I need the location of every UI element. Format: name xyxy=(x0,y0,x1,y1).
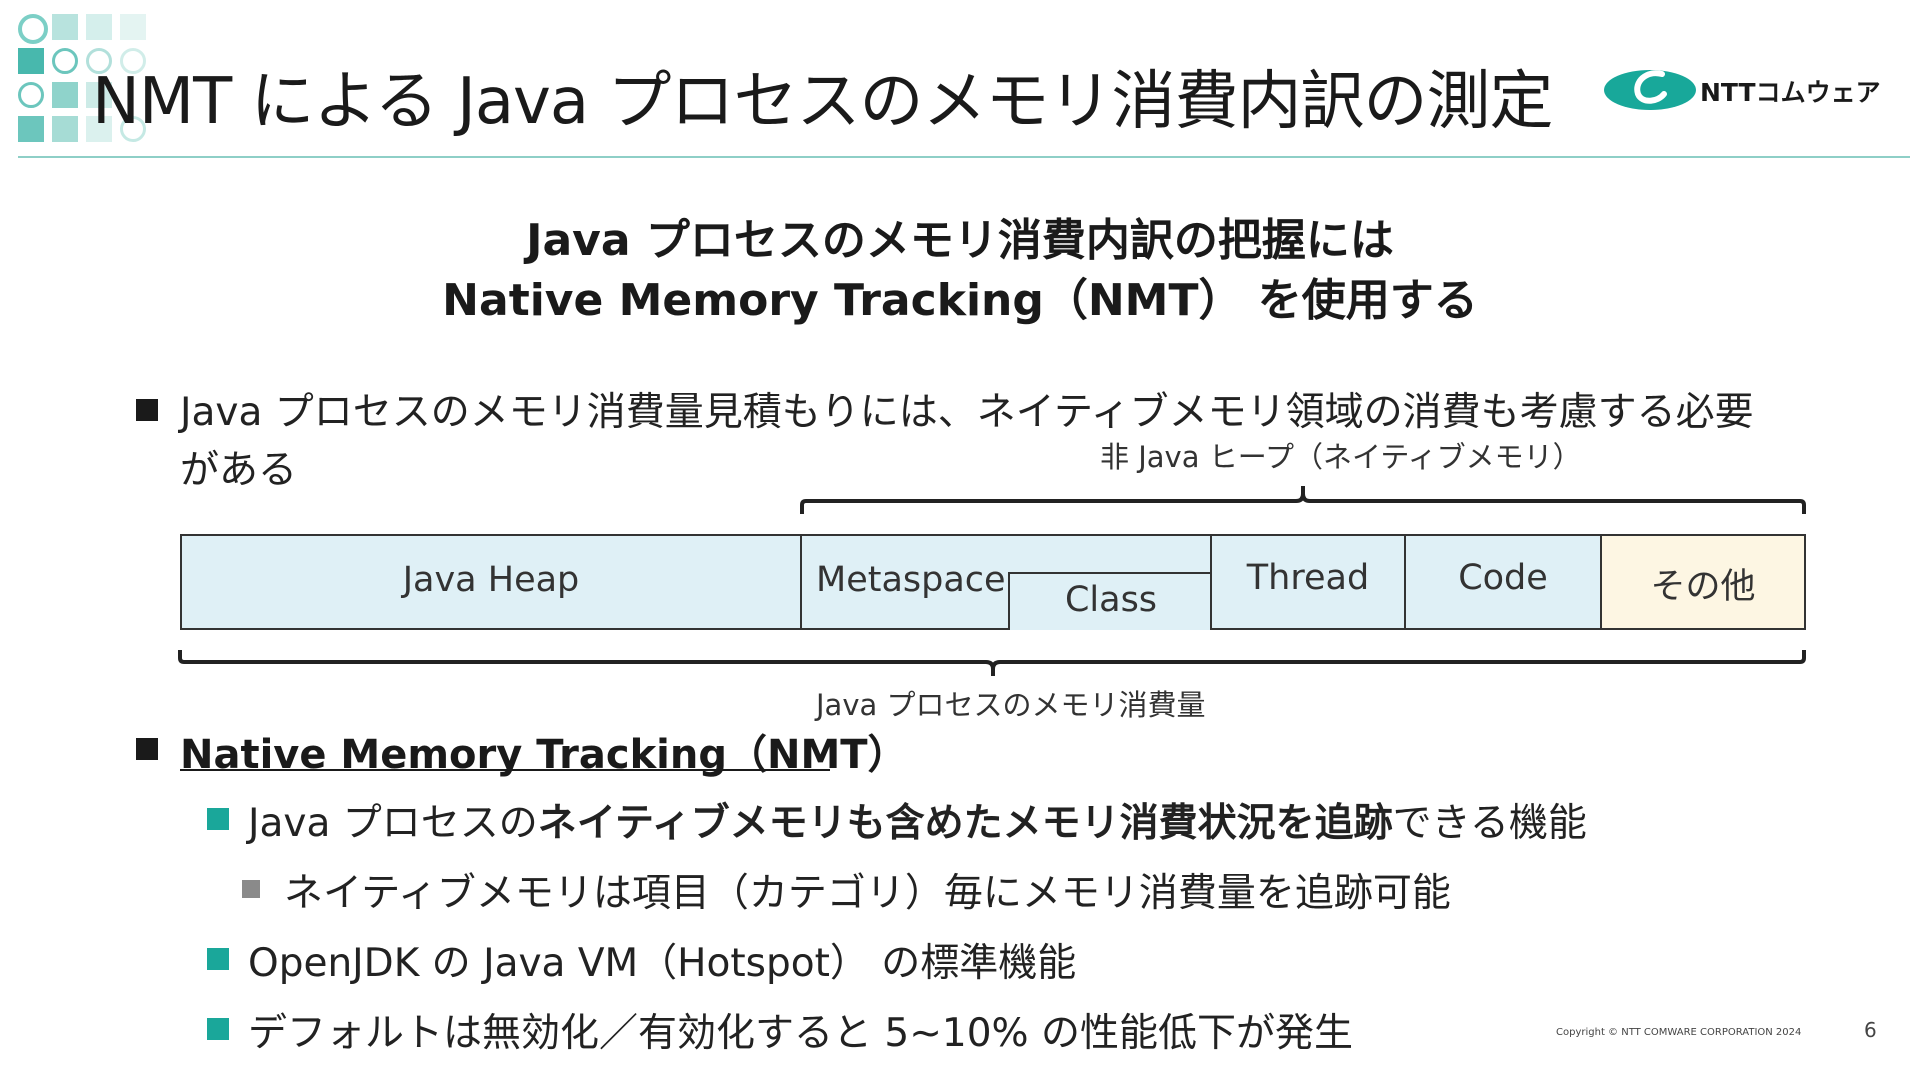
segment-thread: Thread xyxy=(1210,534,1406,630)
segment-other: その他 xyxy=(1600,534,1806,630)
section-heading-line1: Java プロセスのメモリ消費内訳の把握には xyxy=(526,215,1394,266)
section-heading-line2: Native Memory Tracking（NMT） を使用する xyxy=(442,275,1478,326)
bullet-teal xyxy=(207,808,229,830)
page-title: NMT による Java プロセスのメモリ消費内訳の測定 xyxy=(92,65,1553,139)
nmt-feature-text: Java プロセスのネイティブメモリも含めたメモリ消費状況を追跡できる機能 xyxy=(248,792,1587,848)
logo-text: NTTコムウェア xyxy=(1700,78,1881,107)
process-memory-label: Java プロセスのメモリ消費量 xyxy=(816,688,1206,722)
java-heap-label: Java Heap xyxy=(402,560,580,600)
bullet-square xyxy=(136,399,158,421)
segment-metaspace: Metaspace Class xyxy=(800,534,1212,630)
nmt-title-underline xyxy=(180,769,830,771)
nmt-performance-text: デフォルトは無効化／有効化すると 5~10% の性能低下が発生 xyxy=(248,1011,1353,1056)
bullet1-text-line2: がある xyxy=(180,448,298,493)
metaspace-label: Metaspace xyxy=(816,560,1006,600)
nmt-feature-suffix: できる機能 xyxy=(1392,801,1587,846)
nmt-category-text: ネイティブメモリは項目（カテゴリ）毎にメモリ消費量を追跡可能 xyxy=(284,871,1451,916)
code-label: Code xyxy=(1458,558,1548,598)
nmt-title: Native Memory Tracking（NMT） xyxy=(180,732,908,778)
nmt-standard-text: OpenJDK の Java VM（Hotspot） の標準機能 xyxy=(248,941,1077,986)
page-number: 6 xyxy=(1864,1018,1877,1042)
thread-label: Thread xyxy=(1246,558,1370,598)
bullet-gray xyxy=(242,880,260,898)
non-heap-label: 非 Java ヒープ（ネイティブメモリ） xyxy=(1100,440,1582,474)
segment-code: Code xyxy=(1404,534,1602,630)
non-heap-brace xyxy=(800,486,1806,514)
other-label: その他 xyxy=(1650,567,1756,607)
bullet-teal xyxy=(207,948,229,970)
segment-class: Class xyxy=(1008,572,1212,630)
process-brace xyxy=(178,650,1806,676)
bullet-square xyxy=(136,738,158,760)
class-label: Class xyxy=(1064,580,1158,620)
bullet-teal xyxy=(207,1018,229,1040)
nmt-feature-prefix: Java プロセスの xyxy=(248,801,538,846)
header-divider xyxy=(18,156,1910,158)
segment-java-heap: Java Heap xyxy=(180,534,802,630)
copyright: Copyright © NTT COMWARE CORPORATION 2024 xyxy=(1556,1027,1802,1038)
nmt-feature-bold: ネイティブメモリも含めたメモリ消費状況を追跡 xyxy=(537,801,1393,846)
